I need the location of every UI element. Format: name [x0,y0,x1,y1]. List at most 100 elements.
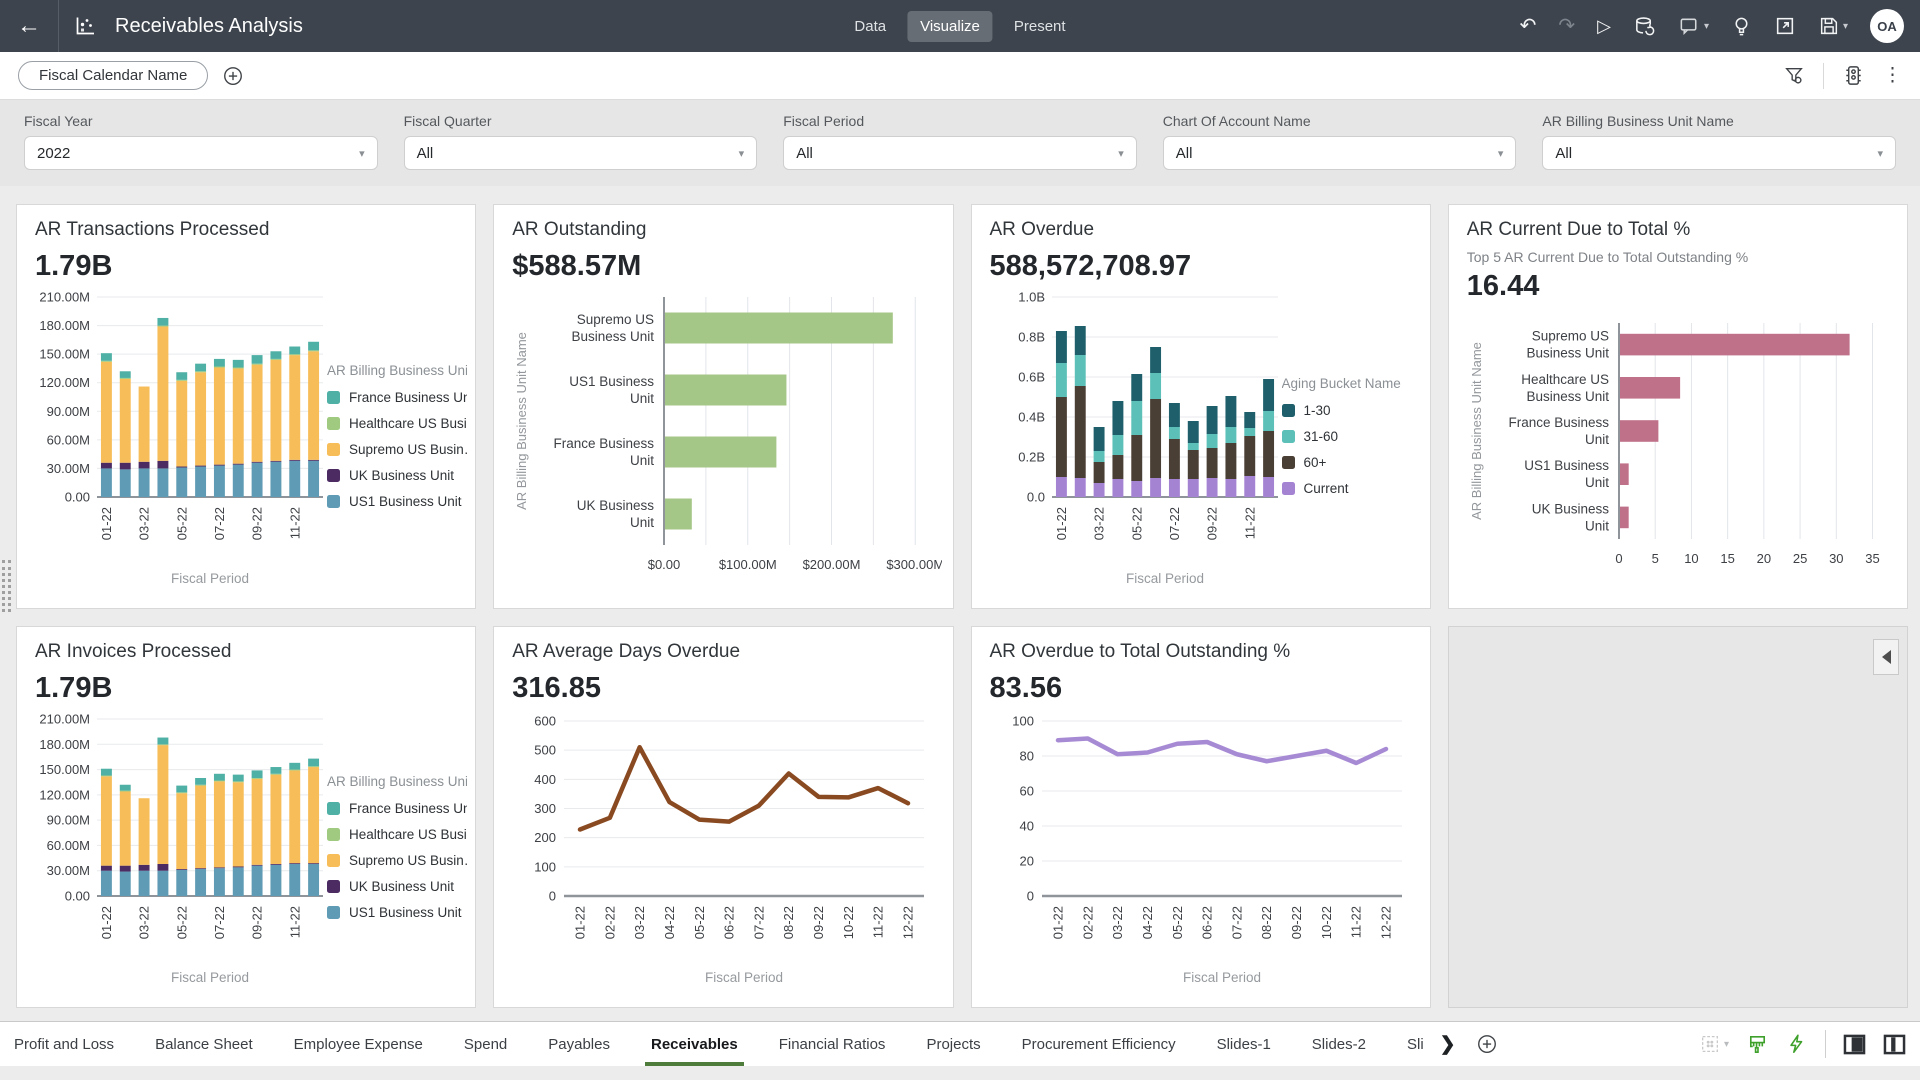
add-filter-icon[interactable] [222,65,244,87]
add-canvas-icon[interactable] [1476,1033,1498,1055]
legend-item[interactable]: Supremo US Busin… [327,442,467,457]
save-caret-icon[interactable]: ▾ [1843,21,1848,32]
legend-label: France Business Unit [349,801,467,816]
tabs-overflow-chevron-icon[interactable]: ❯ [1440,1033,1456,1056]
bottom-bar-divider [1825,1030,1826,1058]
svg-text:Unit: Unit [1585,475,1609,490]
canvas-tab-balance-sheet[interactable]: Balance Sheet [155,1022,253,1066]
left-panel-toggle-icon[interactable] [1843,1034,1866,1055]
canvas-resize-grip[interactable] [2,560,11,612]
kpi-value: 316.85 [512,672,934,705]
legend-label: US1 Business Unit [349,905,462,920]
filter-value: All [417,145,434,162]
legend-item[interactable]: US1 Business Unit [327,494,467,509]
svg-text:07-22: 07-22 [212,507,227,540]
canvas-tab-slides-1[interactable]: Slides-1 [1217,1022,1271,1066]
filter-select[interactable]: All▾ [1163,136,1517,170]
legend-item[interactable]: France Business Unit [327,390,467,405]
canvas-tab-projects[interactable]: Projects [926,1022,980,1066]
ar-transactions-chart[interactable]: 0.0030.00M60.00M90.00M120.00M150.00M180.… [35,289,327,594]
svg-text:11-22: 11-22 [1348,906,1363,938]
ar-outstanding-chart[interactable]: Supremo USBusiness UnitUS1 BusinessUnitF… [512,289,942,594]
svg-text:0: 0 [1615,551,1622,566]
filter-label: Chart Of Account Name [1163,113,1517,129]
conditional-formatting-icon[interactable] [1842,64,1865,87]
legend-swatch [327,469,340,482]
refresh-data-icon[interactable] [1633,15,1656,38]
save-icon[interactable]: ▾ [1818,15,1848,37]
canvas-tab-sli[interactable]: Sli [1407,1022,1424,1066]
filter-label: Fiscal Quarter [404,113,758,129]
right-panel-toggle-icon[interactable] [1883,1034,1906,1055]
ar-overdue-pct-chart[interactable]: 02040608010001-2202-2203-2204-2205-2206-… [990,711,1416,993]
svg-text:120.00M: 120.00M [39,787,90,802]
filter-value: All [796,145,813,162]
canvas-tab-slides-2[interactable]: Slides-2 [1312,1022,1366,1066]
svg-text:07-22: 07-22 [752,906,767,939]
preview-play-icon[interactable]: ▷ [1597,17,1611,35]
insights-lightbulb-icon[interactable] [1731,15,1752,38]
svg-text:60.00M: 60.00M [47,432,90,447]
filter-select[interactable]: 2022▾ [24,136,378,170]
more-options-kebab-icon[interactable]: ⋮ [1883,66,1902,85]
undo-icon[interactable]: ↶ [1520,16,1537,36]
svg-text:Business Unit: Business Unit [1526,346,1609,361]
svg-text:04-22: 04-22 [662,906,677,939]
canvas-tab-spend[interactable]: Spend [464,1022,507,1066]
canvas-tab-financial-ratios[interactable]: Financial Ratios [779,1022,886,1066]
svg-text:Unit: Unit [630,391,654,406]
avatar[interactable]: OA [1870,9,1904,43]
filter-select[interactable]: All▾ [1542,136,1896,170]
legend-swatch [327,443,340,456]
comments-caret-icon[interactable]: ▾ [1704,21,1709,32]
filter-value: All [1176,145,1193,162]
legend-item[interactable]: 1-30 [1282,403,1422,418]
canvas-tab-procurement-efficiency[interactable]: Procurement Efficiency [1022,1022,1176,1066]
mode-tab-data[interactable]: Data [841,11,899,42]
fiscal-calendar-pill-button[interactable]: Fiscal Calendar Name [18,61,208,90]
comments-icon[interactable]: ▾ [1678,15,1709,38]
canvas-style-brush-icon[interactable] [1746,1033,1769,1056]
legend-label: Supremo US Busin… [349,853,467,868]
legend-title: Aging Bucket Name [1282,376,1422,391]
ar-current-due-chart[interactable]: Supremo USBusiness UnitHealthcare USBusi… [1467,315,1897,588]
legend-swatch [327,906,340,919]
card-title: AR Transactions Processed [35,219,457,241]
mode-tab-present[interactable]: Present [1001,11,1079,42]
legend-item[interactable]: UK Business Unit [327,879,467,894]
svg-text:05-22: 05-22 [692,906,707,939]
legend-item[interactable]: Healthcare US Busi… [327,416,467,431]
redo-icon[interactable]: ↷ [1558,16,1575,36]
ar-invoices-chart[interactable]: 0.0030.00M60.00M90.00M120.00M150.00M180.… [35,711,327,993]
filter-select[interactable]: All▾ [783,136,1137,170]
canvas-tab-receivables[interactable]: Receivables [651,1022,738,1066]
export-icon[interactable] [1774,15,1796,37]
collapse-panel-button[interactable] [1873,639,1899,675]
filter-select[interactable]: All▾ [404,136,758,170]
auto-insights-bolt-icon[interactable] [1786,1033,1808,1055]
svg-text:France Business: France Business [1508,415,1609,430]
svg-text:US1 Business: US1 Business [1524,458,1609,473]
legend-label: 31-60 [1304,429,1339,444]
ar-average-days-chart[interactable]: 010020030040050060001-2202-2203-2204-220… [512,711,938,993]
ar-overdue-chart[interactable]: 0.00.2B0.4B0.6B0.8B1.0B01-2203-2205-2207… [990,289,1282,594]
canvas-tab-profit-and-loss[interactable]: Profit and Loss [14,1022,114,1066]
canvas-tab-employee-expense[interactable]: Employee Expense [294,1022,423,1066]
legend-item[interactable]: US1 Business Unit [327,905,467,920]
svg-text:0.8B: 0.8B [1018,330,1045,345]
legend-item[interactable]: Current [1282,481,1422,496]
filter-settings-icon[interactable] [1783,65,1805,87]
legend-item[interactable]: Supremo US Busin… [327,853,467,868]
back-button[interactable]: ← [14,12,44,40]
legend-item[interactable]: Healthcare US Busi… [327,827,467,842]
filter-band: Fiscal Year2022▾Fiscal QuarterAll▾Fiscal… [0,100,1920,186]
legend-item[interactable]: 60+ [1282,455,1422,470]
empty-panel [1448,626,1908,1008]
workbook-chart-icon [73,14,97,38]
svg-text:Fiscal Period: Fiscal Period [1125,571,1203,586]
legend-item[interactable]: UK Business Unit [327,468,467,483]
mode-tab-visualize[interactable]: Visualize [907,11,993,42]
canvas-tab-payables[interactable]: Payables [548,1022,610,1066]
legend-item[interactable]: France Business Unit [327,801,467,816]
legend-item[interactable]: 31-60 [1282,429,1422,444]
